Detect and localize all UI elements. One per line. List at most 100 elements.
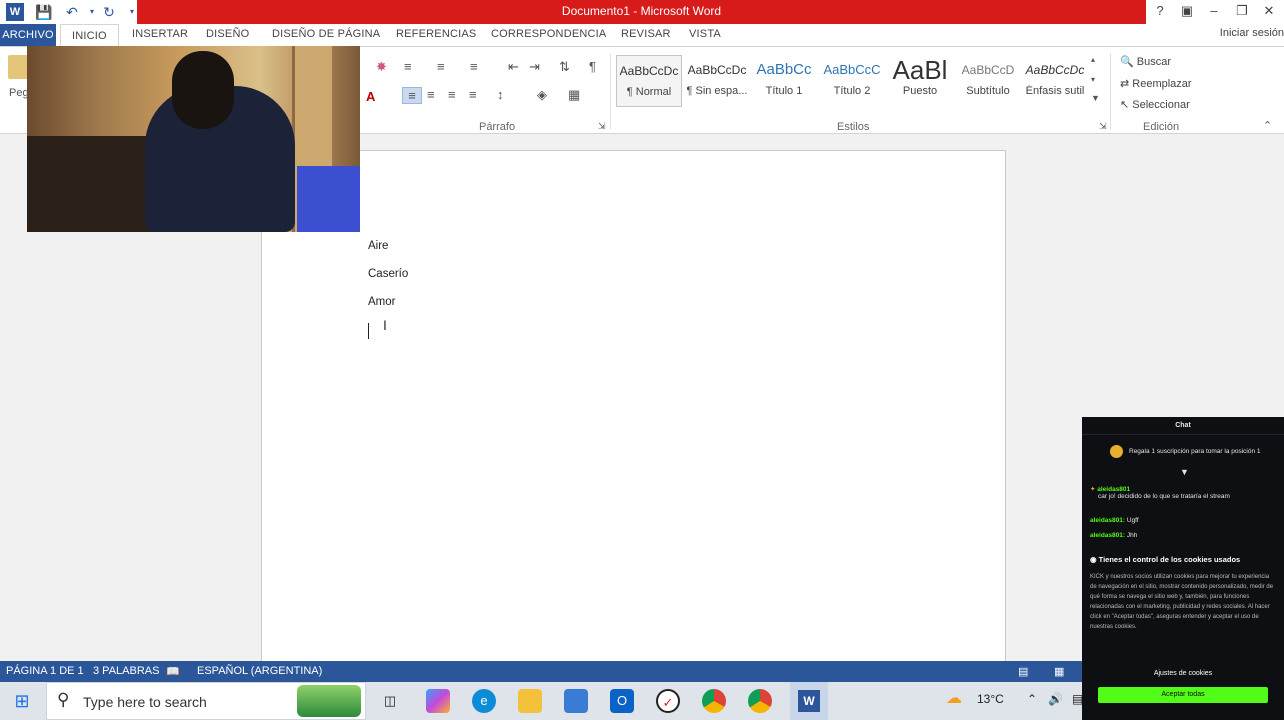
doc-line[interactable]: Aire (368, 240, 388, 252)
undo-icon[interactable]: ↶ (62, 2, 82, 22)
chat-message: aleidas801: Ugff (1090, 517, 1139, 524)
tab-archivo[interactable]: ARCHIVO (0, 24, 56, 46)
find-button[interactable]: 🔍 Buscar (1120, 55, 1171, 68)
cookie-title-text: Tienes el control de los cookies usados (1098, 555, 1241, 564)
align-center-icon[interactable]: ≡ (427, 87, 435, 102)
style-sample: AaBbCcD (961, 63, 1015, 77)
help-button[interactable]: ? (1147, 0, 1173, 24)
styles-more-icon[interactable]: ▼ (1091, 93, 1100, 103)
multilevel-list-icon[interactable]: ≡ (470, 59, 478, 74)
temperature[interactable]: 13°C (977, 692, 1004, 706)
tab-referencias[interactable]: REFERENCIAS (396, 28, 476, 40)
doc-line[interactable]: Amor (368, 296, 395, 308)
bullets-icon[interactable]: ≡ (404, 59, 412, 74)
clear-formatting-icon[interactable]: ✸ (376, 59, 387, 75)
tab-inicio[interactable]: INICIO (60, 24, 119, 48)
chrome-profile-icon[interactable] (748, 689, 772, 713)
increase-indent-icon[interactable]: ⇥ (529, 59, 540, 75)
chat-pinned-text: Regala 1 suscripción para tomar la posic… (1129, 448, 1261, 455)
select-button[interactable]: ↖ Seleccionar (1120, 98, 1190, 111)
proofing-icon[interactable]: 📖 (166, 665, 180, 678)
copilot-icon[interactable] (426, 689, 450, 713)
sort-icon[interactable]: ⇅ (559, 59, 570, 75)
style-subtitulo[interactable]: AaBbCcD Subtítulo (955, 55, 1021, 107)
cookie-icon: ◉ (1090, 555, 1099, 564)
close-button[interactable]: ✕ (1256, 0, 1282, 24)
style-name: Título 1 (765, 85, 803, 97)
windows-start-icon[interactable]: ⊞ (10, 689, 34, 713)
cookie-settings-button[interactable]: Ajustes de cookies (1098, 667, 1268, 681)
replace-button[interactable]: ⇄ Reemplazar (1120, 77, 1192, 90)
search-highlight-image (297, 685, 361, 717)
ribbon-tabs: ARCHIVO INICIO INSERTAR DISEÑO DISEÑO DE… (0, 24, 1284, 48)
style-puesto[interactable]: AaBl Puesto (887, 55, 953, 107)
word-taskbar-button[interactable]: W (790, 682, 828, 720)
tab-correspondencia[interactable]: CORRESPONDENCIA (491, 28, 606, 40)
volume-icon[interactable]: 🔊 (1048, 692, 1063, 706)
style-sample: AaBbCcDc (1025, 63, 1085, 77)
tab-revisar[interactable]: REVISAR (621, 28, 671, 40)
edge-icon[interactable]: e (472, 689, 496, 713)
language-indicator[interactable]: ESPAÑOL (ARGENTINA) (197, 665, 322, 677)
tab-insertar[interactable]: INSERTAR (132, 28, 188, 40)
chat-username[interactable]: aleidas801: (1090, 532, 1125, 539)
borders-icon[interactable]: ▦ (568, 87, 580, 103)
decrease-indent-icon[interactable]: ⇤ (508, 59, 519, 75)
sign-in-link[interactable]: Iniciar sesión (1220, 27, 1284, 39)
accept-all-button[interactable]: Aceptar todas (1098, 687, 1268, 703)
paragraph-launcher-icon[interactable]: ⇲ (598, 121, 606, 132)
tab-diseno[interactable]: DISEÑO (206, 28, 249, 40)
save-icon[interactable]: 💾 (34, 2, 54, 22)
styles-scroll-down-icon[interactable]: ▾ (1091, 75, 1095, 84)
style-titulo-1[interactable]: AaBbCc Título 1 (751, 55, 817, 107)
chat-username[interactable]: aleidas801 (1097, 486, 1130, 493)
numbering-icon[interactable]: ≡ (437, 59, 445, 74)
ribbon-display-icon[interactable]: ▣ (1174, 0, 1200, 24)
search-placeholder: Type here to search (83, 694, 207, 710)
weather-icon[interactable]: ☁ (946, 688, 962, 708)
doc-line[interactable]: Caserío (368, 268, 408, 280)
justify-icon[interactable]: ≡ (469, 87, 477, 102)
redo-icon[interactable]: ↻ (99, 2, 119, 22)
align-left-icon[interactable]: ≡ (402, 87, 422, 104)
minimize-button[interactable]: – (1201, 0, 1227, 24)
chat-username[interactable]: aleidas801: (1090, 517, 1125, 524)
font-color-icon[interactable]: A (366, 89, 375, 104)
text-caret (368, 323, 369, 339)
title-bar: W 💾 ↶ ▾ ↻ ▾ Documento1 - Microsoft Word … (0, 0, 1284, 24)
line-spacing-icon[interactable]: ↕ (497, 87, 504, 102)
restore-button[interactable]: ❐ (1229, 0, 1255, 24)
align-right-icon[interactable]: ≡ (448, 87, 456, 102)
word-logo-icon: W (6, 3, 24, 21)
collapse-ribbon-icon[interactable]: ⌃ (1263, 119, 1272, 132)
task-view-icon[interactable]: ◫ (378, 689, 402, 713)
tab-vista[interactable]: VISTA (689, 28, 721, 40)
paste-label[interactable]: Peg (9, 87, 29, 99)
outlook-icon[interactable]: O (610, 689, 634, 713)
store-icon[interactable] (564, 689, 588, 713)
style-normal[interactable]: AaBbCcDc ¶ Normal (616, 55, 682, 107)
shading-icon[interactable]: ◈ (537, 87, 547, 103)
chat-scroll-icon[interactable]: ▼ (1180, 467, 1189, 477)
group-parrafo-label: Párrafo (479, 121, 516, 133)
page-count[interactable]: PÁGINA 1 DE 1 (6, 665, 84, 677)
read-mode-icon[interactable]: ▤ (1018, 665, 1028, 678)
style-enfasis-sutil[interactable]: AaBbCcDc Énfasis sutil (1022, 55, 1088, 107)
style-name: Título 2 (833, 85, 871, 97)
chat-text: Jhh (1126, 532, 1138, 539)
clock-app-icon[interactable]: ✓ (656, 689, 680, 713)
file-explorer-icon[interactable] (518, 689, 542, 713)
tab-diseno-pagina[interactable]: DISEÑO DE PÁGINA (272, 28, 380, 40)
style-titulo-2[interactable]: AaBbCcC Título 2 (819, 55, 885, 107)
styles-scroll-up-icon[interactable]: ▴ (1091, 55, 1095, 64)
show-marks-icon[interactable]: ¶ (589, 59, 596, 74)
styles-launcher-icon[interactable]: ⇲ (1099, 121, 1107, 132)
tray-chevron-icon[interactable]: ⌃ (1027, 692, 1037, 706)
word-count[interactable]: 3 PALABRAS (93, 665, 159, 677)
print-layout-icon[interactable]: ▦ (1054, 665, 1064, 678)
chat-pinned-goal[interactable]: Regala 1 suscripción para tomar la posic… (1088, 443, 1278, 461)
taskbar-search[interactable]: ⚲ Type here to search (46, 682, 366, 720)
document-page[interactable]: Aire Caserío Amor (261, 150, 1006, 670)
chrome-icon[interactable] (702, 689, 726, 713)
style-sin-espaciado[interactable]: AaBbCcDc ¶ Sin espa... (684, 55, 750, 107)
